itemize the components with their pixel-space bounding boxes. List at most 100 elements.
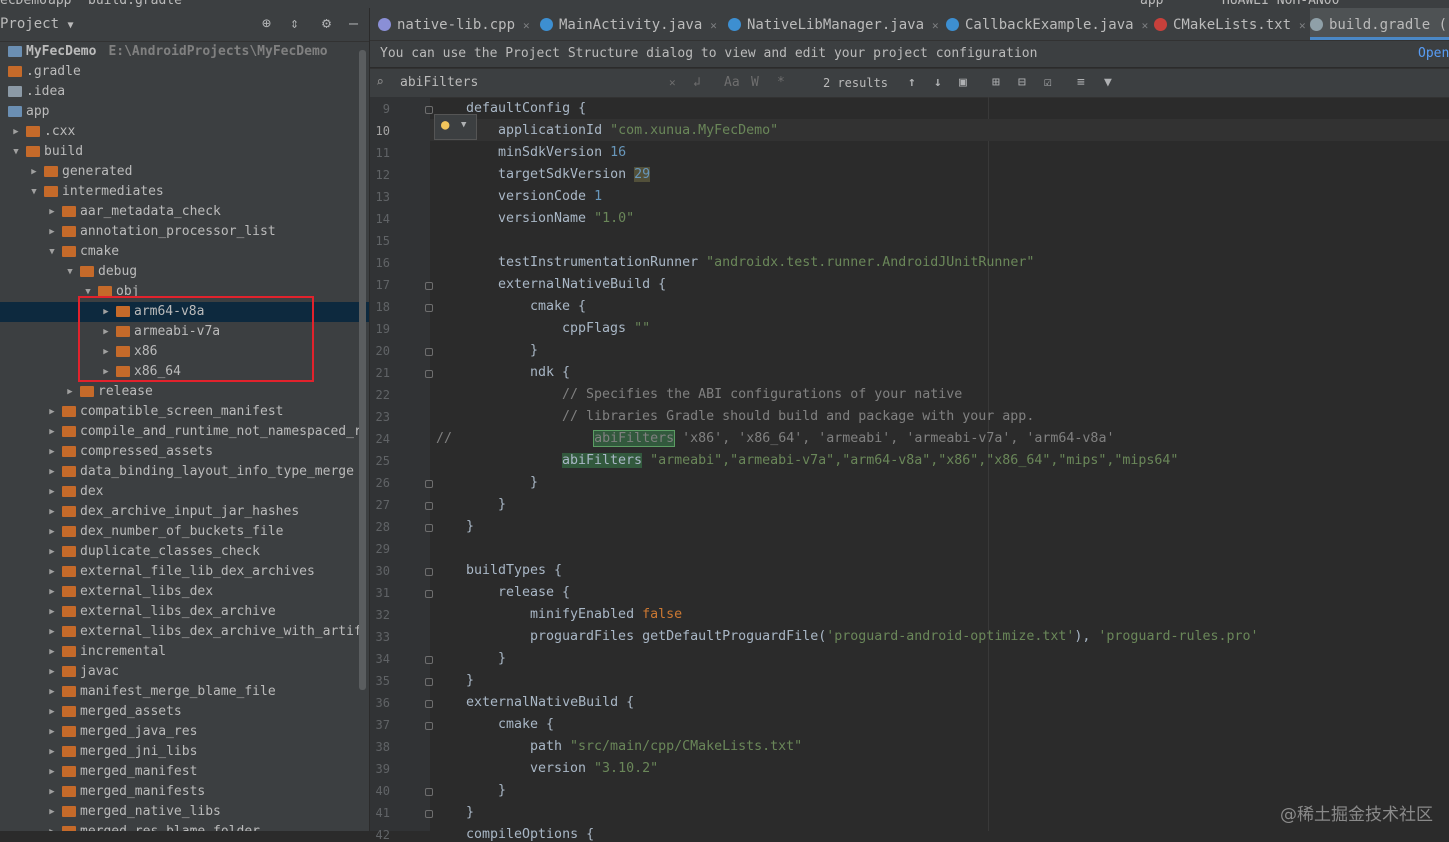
tree-item[interactable]: ▶ merged_manifests <box>0 782 369 802</box>
tree-item[interactable]: ▶ external_libs_dex_archive_with_artif <box>0 622 369 642</box>
tree-item[interactable]: ▶ merged_assets <box>0 702 369 722</box>
close-icon[interactable]: ✕ <box>523 19 530 32</box>
tree-item[interactable]: ▶ release <box>0 382 369 402</box>
collapsed-arrow-icon[interactable]: ▶ <box>46 742 58 762</box>
fold-marker-icon[interactable] <box>425 282 433 290</box>
tree-item[interactable]: ▶ data_binding_layout_info_type_merge <box>0 462 369 482</box>
tree-item[interactable]: .idea <box>0 82 369 102</box>
collapse-all-icon[interactable]: ⇕ <box>290 14 299 32</box>
hide-pane-icon[interactable]: — <box>349 14 358 32</box>
tree-item[interactable]: ▼ build <box>0 142 369 162</box>
fold-marker-icon[interactable] <box>425 700 433 708</box>
collapsed-arrow-icon[interactable]: ▶ <box>46 682 58 702</box>
breadcrumb-module[interactable]: app <box>48 0 71 8</box>
fold-marker-icon[interactable] <box>425 810 433 818</box>
collapsed-arrow-icon[interactable]: ▶ <box>46 722 58 742</box>
fold-marker-icon[interactable] <box>425 568 433 576</box>
fold-marker-icon[interactable] <box>425 502 433 510</box>
gear-icon[interactable]: ⚙ <box>322 14 331 32</box>
collapsed-arrow-icon[interactable]: ▶ <box>64 382 76 402</box>
collapsed-arrow-icon[interactable]: ▶ <box>28 162 40 182</box>
collapsed-arrow-icon[interactable]: ▶ <box>46 582 58 602</box>
collapsed-arrow-icon[interactable]: ▶ <box>46 442 58 462</box>
tree-item[interactable]: ▶ merged_res_blame_folder <box>0 822 369 831</box>
editor-tab[interactable]: build.gradle ( <box>1310 8 1449 40</box>
tree-item[interactable]: ▶ incremental <box>0 642 369 662</box>
tree-item[interactable]: ▶ duplicate_classes_check <box>0 542 369 562</box>
editor-tab[interactable]: native-lib.cpp ✕ <box>378 8 538 40</box>
close-icon[interactable]: ✕ <box>1142 19 1149 32</box>
tree-item[interactable]: ▶ compressed_assets <box>0 442 369 462</box>
fold-marker-icon[interactable] <box>425 348 433 356</box>
collapsed-arrow-icon[interactable]: ▶ <box>46 402 58 422</box>
collapsed-arrow-icon[interactable]: ▶ <box>46 802 58 822</box>
fold-marker-icon[interactable] <box>425 480 433 488</box>
next-occurrence-icon[interactable]: ↓ <box>934 69 942 97</box>
tree-item[interactable]: ▶ merged_java_res <box>0 722 369 742</box>
tree-item[interactable]: ▶ dex_number_of_buckets_file <box>0 522 369 542</box>
tree-item[interactable]: ▶ merged_jni_libs <box>0 742 369 762</box>
words-toggle[interactable]: W <box>751 69 759 97</box>
fold-marker-icon[interactable] <box>425 106 433 114</box>
collapsed-arrow-icon[interactable]: ▶ <box>46 562 58 582</box>
tree-item[interactable]: ▶ external_libs_dex <box>0 582 369 602</box>
tree-item[interactable]: ▶ aar_metadata_check <box>0 202 369 222</box>
collapsed-arrow-icon[interactable]: ▶ <box>46 462 58 482</box>
fold-marker-icon[interactable] <box>425 722 433 730</box>
fold-marker-icon[interactable] <box>425 788 433 796</box>
tree-item[interactable]: ▶ external_file_lib_dex_archives <box>0 562 369 582</box>
fold-marker-icon[interactable] <box>425 656 433 664</box>
tree-item[interactable]: ▶ compatible_screen_manifest <box>0 402 369 422</box>
add-occurrence-icon[interactable]: ⊞ <box>992 69 1000 97</box>
editor-tab[interactable]: NativeLibManager.java ✕ <box>728 8 947 40</box>
filter-icon[interactable]: ▼ <box>1104 69 1112 97</box>
project-view-selector[interactable]: Project ▼ <box>0 16 73 32</box>
tree-item[interactable]: ▼ cmake <box>0 242 369 262</box>
editor-tab[interactable]: MainActivity.java ✕ <box>540 8 725 40</box>
tree-item[interactable]: ▶ .cxx <box>0 122 369 142</box>
collapsed-arrow-icon[interactable]: ▶ <box>46 762 58 782</box>
tree-item[interactable]: ▶ dex <box>0 482 369 502</box>
intention-actions-button[interactable]: ● ▼ <box>434 114 477 140</box>
locate-file-icon[interactable]: ⊕ <box>262 14 271 32</box>
breadcrumb-project[interactable]: ecDemo <box>0 0 47 8</box>
remove-occurrence-icon[interactable]: ⊟ <box>1018 69 1026 97</box>
collapsed-arrow-icon[interactable]: ▶ <box>46 422 58 442</box>
tree-item[interactable]: ▶ dex_archive_input_jar_hashes <box>0 502 369 522</box>
tree-item[interactable]: ▶ annotation_processor_list <box>0 222 369 242</box>
collapsed-arrow-icon[interactable]: ▶ <box>46 642 58 662</box>
collapsed-arrow-icon[interactable]: ▶ <box>46 602 58 622</box>
collapsed-arrow-icon[interactable]: ▶ <box>46 822 58 831</box>
tree-item[interactable]: ▶ manifest_merge_blame_file <box>0 682 369 702</box>
run-config-selector[interactable]: app <box>1140 0 1163 8</box>
tree-item[interactable]: ▶ merged_manifest <box>0 762 369 782</box>
tree-item[interactable]: .gradle <box>0 62 369 82</box>
search-input[interactable]: abiFilters <box>400 69 478 97</box>
tree-item[interactable]: ▼ intermediates <box>0 182 369 202</box>
notice-open-link[interactable]: Open <box>1418 41 1449 67</box>
fold-marker-icon[interactable] <box>425 678 433 686</box>
collapsed-arrow-icon[interactable]: ▶ <box>46 622 58 642</box>
fold-marker-icon[interactable] <box>425 304 433 312</box>
fold-marker-icon[interactable] <box>425 370 433 378</box>
tree-item[interactable]: ▶ external_libs_dex_archive <box>0 602 369 622</box>
tree-item[interactable]: MyFecDemo E:\AndroidProjects\MyFecDemo <box>0 42 369 62</box>
tree-scrollbar[interactable] <box>359 50 366 690</box>
expanded-arrow-icon[interactable]: ▼ <box>10 142 22 162</box>
collapsed-arrow-icon[interactable]: ▶ <box>46 782 58 802</box>
collapsed-arrow-icon[interactable]: ▶ <box>46 542 58 562</box>
collapsed-arrow-icon[interactable]: ▶ <box>46 222 58 242</box>
collapsed-arrow-icon[interactable]: ▶ <box>46 702 58 722</box>
collapsed-arrow-icon[interactable]: ▶ <box>46 202 58 222</box>
collapsed-arrow-icon[interactable]: ▶ <box>10 122 22 142</box>
fold-marker-icon[interactable] <box>425 524 433 532</box>
expanded-arrow-icon[interactable]: ▼ <box>64 262 76 282</box>
close-icon[interactable]: ✕ <box>932 19 939 32</box>
select-all-occurrences-icon[interactable]: ☑ <box>1044 69 1052 97</box>
filter-options-icon[interactable]: ≡ <box>1077 69 1085 97</box>
match-case-toggle[interactable]: Aa <box>724 69 740 97</box>
clear-search-icon[interactable]: ✕ <box>669 69 676 97</box>
tree-item[interactable]: ▶ compile_and_runtime_not_namespaced_r <box>0 422 369 442</box>
expanded-arrow-icon[interactable]: ▼ <box>46 242 58 262</box>
regex-toggle[interactable]: * <box>777 69 785 97</box>
